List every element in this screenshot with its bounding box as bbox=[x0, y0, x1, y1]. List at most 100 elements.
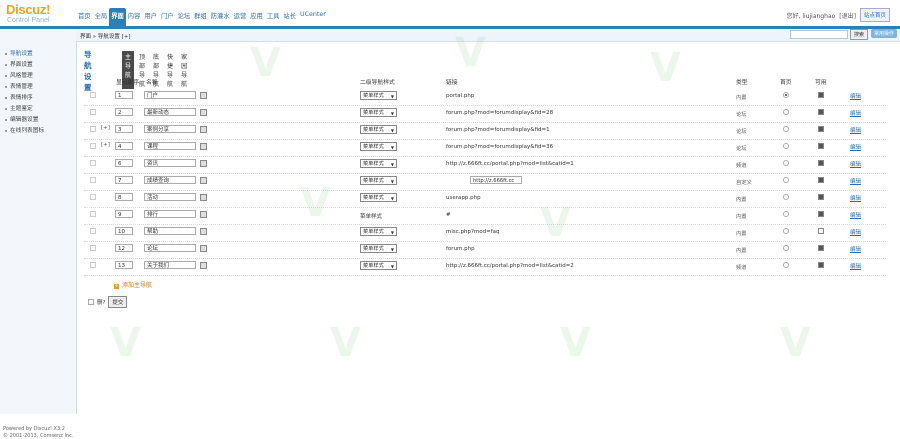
expand-toggle[interactable]: [+] bbox=[101, 125, 110, 131]
enable-checkbox[interactable] bbox=[818, 143, 824, 149]
order-input[interactable]: 9 bbox=[115, 210, 133, 218]
edit-link[interactable]: 编辑 bbox=[850, 228, 861, 236]
row-checkbox[interactable] bbox=[90, 245, 96, 251]
name-input[interactable]: 案例分享 bbox=[144, 125, 196, 133]
submit-button[interactable]: 提交 bbox=[108, 296, 127, 308]
row-checkbox[interactable] bbox=[90, 143, 96, 149]
tab[interactable]: 快捷导航 bbox=[164, 51, 176, 89]
nav-item[interactable]: 首页 bbox=[76, 8, 93, 26]
edit-icon[interactable] bbox=[200, 177, 207, 184]
name-input[interactable]: 关于我们 bbox=[144, 261, 196, 269]
sidebar-item[interactable]: 表情管理 bbox=[5, 81, 33, 90]
edit-icon[interactable] bbox=[200, 245, 207, 252]
home-radio[interactable] bbox=[783, 177, 789, 183]
enable-checkbox[interactable] bbox=[818, 92, 824, 98]
edit-icon[interactable] bbox=[200, 262, 207, 269]
home-radio[interactable] bbox=[783, 245, 789, 251]
nav-item[interactable]: 内容 bbox=[126, 8, 143, 26]
sidebar-item[interactable]: 导航设置 bbox=[5, 48, 33, 57]
edit-link[interactable]: 编辑 bbox=[850, 194, 861, 202]
name-input[interactable]: 课程 bbox=[144, 142, 196, 150]
home-radio[interactable] bbox=[783, 160, 789, 166]
select-all-checkbox[interactable] bbox=[88, 299, 94, 305]
name-input[interactable]: 门户 bbox=[144, 91, 196, 99]
edit-icon[interactable] bbox=[200, 92, 207, 99]
submenu-style-select[interactable]: 菜单样式▼ bbox=[360, 108, 397, 117]
order-input[interactable]: 10 bbox=[115, 227, 133, 235]
name-input[interactable]: 资讯 bbox=[144, 159, 196, 167]
nav-item[interactable]: 工具 bbox=[265, 8, 282, 26]
nav-item[interactable]: 应用 bbox=[248, 8, 265, 26]
row-checkbox[interactable] bbox=[90, 211, 96, 217]
home-radio[interactable] bbox=[783, 143, 789, 149]
edit-icon[interactable] bbox=[200, 228, 207, 235]
edit-icon[interactable] bbox=[200, 194, 207, 201]
edit-link[interactable]: 编辑 bbox=[850, 211, 861, 219]
add-nav-link[interactable]: +添加主导航 bbox=[114, 280, 152, 289]
url-input[interactable]: http://z.666ft.cc bbox=[470, 176, 522, 184]
sidebar-item[interactable]: 在线列表图标 bbox=[5, 125, 44, 134]
nav-item[interactable]: 门户 bbox=[159, 8, 176, 26]
sidebar-item[interactable]: 编辑器设置 bbox=[5, 114, 38, 123]
expand-toggle[interactable]: [+] bbox=[101, 142, 110, 148]
order-input[interactable]: 7 bbox=[115, 176, 133, 184]
nav-item[interactable]: UCenter bbox=[298, 8, 328, 26]
order-input[interactable]: 6 bbox=[115, 159, 133, 167]
nav-item[interactable]: 站长 bbox=[281, 8, 298, 26]
enable-checkbox[interactable] bbox=[818, 245, 824, 251]
row-checkbox[interactable] bbox=[90, 228, 96, 234]
sidebar-item[interactable]: 主题鉴定 bbox=[5, 103, 33, 112]
nav-item[interactable]: 防灌水 bbox=[209, 8, 232, 26]
submenu-style-select[interactable]: 菜单样式▼ bbox=[360, 176, 397, 185]
home-radio[interactable] bbox=[783, 228, 789, 234]
enable-checkbox[interactable] bbox=[818, 160, 824, 166]
home-radio[interactable] bbox=[783, 262, 789, 268]
row-checkbox[interactable] bbox=[90, 109, 96, 115]
name-input[interactable]: 论坛 bbox=[144, 244, 196, 252]
home-radio[interactable] bbox=[783, 92, 789, 98]
row-checkbox[interactable] bbox=[90, 177, 96, 183]
edit-link[interactable]: 编辑 bbox=[850, 143, 861, 151]
submenu-style-select[interactable]: 菜单样式▼ bbox=[360, 227, 397, 236]
nav-item[interactable]: 界面 bbox=[109, 8, 126, 26]
edit-link[interactable]: 编辑 bbox=[850, 160, 861, 168]
order-input[interactable]: 4 bbox=[115, 142, 133, 150]
edit-link[interactable]: 编辑 bbox=[850, 92, 861, 100]
order-input[interactable]: 3 bbox=[115, 125, 133, 133]
enable-checkbox[interactable] bbox=[818, 194, 824, 200]
nav-item[interactable]: 群组 bbox=[192, 8, 209, 26]
row-checkbox[interactable] bbox=[90, 262, 96, 268]
enable-checkbox[interactable] bbox=[818, 211, 824, 217]
edit-link[interactable]: 编辑 bbox=[850, 126, 861, 134]
enable-checkbox[interactable] bbox=[818, 228, 824, 234]
submenu-style-select[interactable]: 菜单样式▼ bbox=[360, 91, 397, 100]
logo[interactable]: Discuz! Control Panel bbox=[6, 3, 50, 25]
edit-icon[interactable] bbox=[200, 211, 207, 218]
home-radio[interactable] bbox=[783, 194, 789, 200]
row-checkbox[interactable] bbox=[90, 92, 96, 98]
row-checkbox[interactable] bbox=[90, 194, 96, 200]
name-input[interactable]: 帮助 bbox=[144, 227, 196, 235]
name-input[interactable]: 成绩查询 bbox=[144, 176, 196, 184]
name-input[interactable]: 活动 bbox=[144, 193, 196, 201]
site-home-button[interactable]: 站点首页 bbox=[860, 8, 890, 22]
enable-checkbox[interactable] bbox=[818, 109, 824, 115]
submenu-style-select[interactable]: 菜单样式▼ bbox=[360, 193, 397, 202]
edit-link[interactable]: 编辑 bbox=[850, 262, 861, 270]
submenu-style-select[interactable]: 菜单样式▼ bbox=[360, 244, 397, 253]
edit-icon[interactable] bbox=[200, 143, 207, 150]
edit-link[interactable]: 编辑 bbox=[850, 109, 861, 117]
enable-checkbox[interactable] bbox=[818, 262, 824, 268]
nav-item[interactable]: 论坛 bbox=[176, 8, 193, 26]
edit-icon[interactable] bbox=[200, 160, 207, 167]
enable-checkbox[interactable] bbox=[818, 177, 824, 183]
sidebar-item[interactable]: 界面设置 bbox=[5, 59, 33, 68]
order-input[interactable]: 1 bbox=[115, 91, 133, 99]
order-input[interactable]: 13 bbox=[115, 261, 133, 269]
submenu-style-select[interactable]: 菜单样式▼ bbox=[360, 125, 397, 134]
logout-link[interactable]: [退出] bbox=[839, 11, 856, 20]
home-radio[interactable] bbox=[783, 126, 789, 132]
row-checkbox[interactable] bbox=[90, 126, 96, 132]
nav-item[interactable]: 运营 bbox=[232, 8, 249, 26]
order-input[interactable]: 12 bbox=[115, 244, 133, 252]
